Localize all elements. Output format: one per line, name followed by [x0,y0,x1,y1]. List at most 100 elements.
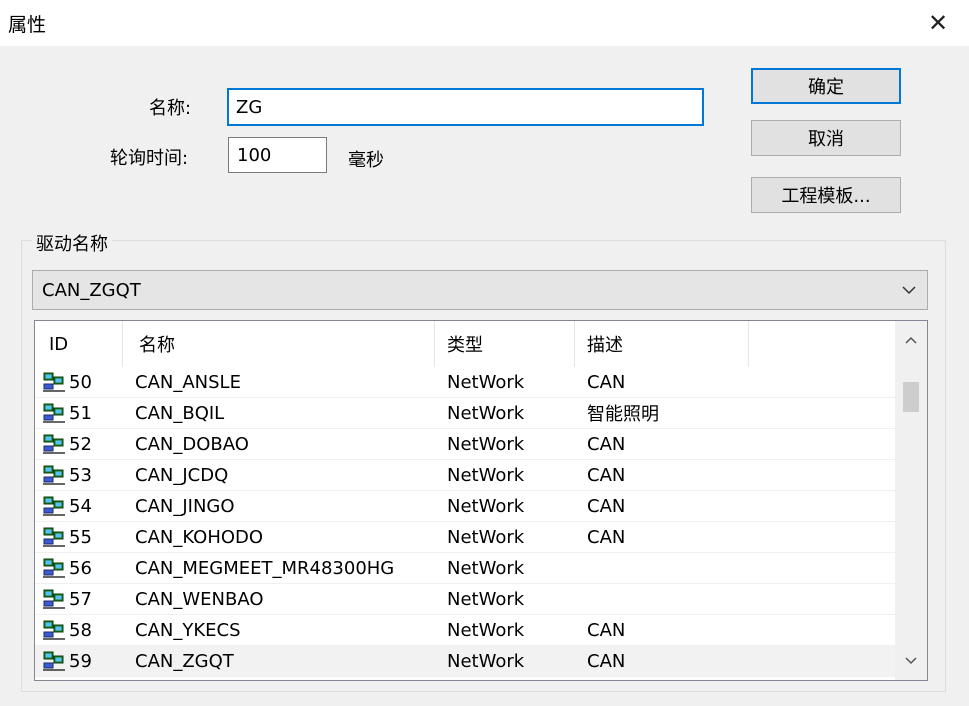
row-desc: CAN [587,433,626,455]
row-desc: CAN [587,650,626,672]
row-desc: CAN [587,619,626,641]
table-row[interactable]: 53 CAN_JCDQ NetWork CAN [35,460,895,491]
project-template-button-label: 工程模板... [781,186,871,207]
row-id: 53 [69,464,92,486]
network-computer-icon [43,620,65,640]
row-id: 51 [69,402,92,424]
column-header-name-label: 名称 [139,335,175,356]
column-header-id[interactable]: ID [35,321,123,367]
row-id-cell: 56 [43,553,129,583]
row-type: NetWork [447,619,525,641]
row-id: 57 [69,588,92,610]
row-type: NetWork [447,557,525,579]
row-id-cell: 52 [43,429,129,459]
row-type: NetWork [447,588,525,610]
table-row[interactable]: 54 CAN_JINGO NetWork CAN [35,491,895,522]
column-header-type[interactable]: 类型 [435,321,575,367]
row-id: 58 [69,619,92,641]
network-computer-icon [43,558,65,578]
column-header-name[interactable]: 名称 [123,321,435,367]
row-name: CAN_WENBAO [135,588,264,610]
driver-group-label: 驱动名称 [32,230,112,256]
network-computer-icon [43,589,65,609]
row-name: CAN_KOHODO [135,526,264,548]
table-row[interactable]: 56 CAN_MEGMEET_MR48300HG NetWork [35,553,895,584]
chevron-down-icon [905,657,917,665]
table-row[interactable]: 55 CAN_KOHODO NetWork CAN [35,522,895,553]
row-name: CAN_DOBAO [135,433,249,455]
row-name: CAN_JCDQ [135,464,229,486]
poll-interval-value: 100 [237,144,272,166]
ok-button[interactable]: 确定 [751,68,901,104]
chevron-up-icon [905,336,917,344]
network-computer-icon [43,496,65,516]
poll-interval-unit: 毫秒 [348,150,384,171]
cancel-button-label: 取消 [808,129,844,150]
row-name: CAN_JINGO [135,495,235,517]
list-header: ID 名称 类型 描述 [35,321,895,367]
row-desc: CAN [587,526,626,548]
row-id: 50 [69,371,92,393]
network-computer-icon [43,651,65,671]
vertical-scrollbar[interactable] [895,321,927,680]
column-header-id-label: ID [49,333,69,355]
row-desc [587,584,747,614]
row-id-cell: 51 [43,398,129,428]
network-computer-icon [43,465,65,485]
chevron-down-icon [902,286,916,295]
table-row[interactable]: 57 CAN_WENBAO NetWork [35,584,895,615]
ok-button-label: 确定 [808,77,844,98]
row-desc: CAN [587,371,626,393]
network-computer-icon [43,434,65,454]
row-name: CAN_BQIL [135,402,225,424]
network-computer-icon [43,372,65,392]
row-id-cell: 58 [43,615,129,645]
row-id-cell: 54 [43,491,129,521]
row-type: NetWork [447,464,525,486]
row-desc: CAN [587,495,626,517]
driver-combobox[interactable]: CAN_ZGQT [32,270,928,310]
row-id-cell: 59 [43,646,129,676]
table-row[interactable]: 59 CAN_ZGQT NetWork CAN [35,646,895,677]
poll-interval-input[interactable]: 100 [228,137,327,173]
scroll-thumb[interactable] [903,382,919,412]
table-row[interactable]: 58 CAN_YKECS NetWork CAN [35,615,895,646]
list-rows: 50 CAN_ANSLE NetWork CAN 51 CAN_BQIL NetWork 智能… [35,367,895,677]
row-type: NetWork [447,402,525,424]
close-button[interactable]: ✕ [907,0,969,46]
row-type: NetWork [447,371,525,393]
row-desc: CAN [587,464,626,486]
table-row[interactable]: 52 CAN_DOBAO NetWork CAN [35,429,895,460]
scroll-down-button[interactable] [895,646,927,676]
network-computer-icon [43,403,65,423]
cancel-button[interactable]: 取消 [751,120,901,156]
row-id: 54 [69,495,92,517]
network-computer-icon [43,527,65,547]
row-type: NetWork [447,650,525,672]
row-desc: 智能照明 [587,404,659,425]
row-desc [587,553,747,583]
poll-interval-label: 轮询时间: [110,148,189,169]
table-row[interactable]: 50 CAN_ANSLE NetWork CAN [35,367,895,398]
name-input[interactable]: ZG [227,88,704,126]
project-template-button[interactable]: 工程模板... [751,177,901,213]
row-name: CAN_ANSLE [135,371,241,393]
row-name: CAN_ZGQT [135,650,234,672]
driver-list[interactable]: ID 名称 类型 描述 50 CAN_ANSLE NetWork CAN 51 CAN_B… [34,320,928,681]
row-id: 55 [69,526,92,548]
window-title: 属性 [8,14,47,36]
name-input-value: ZG [236,96,263,118]
row-name: CAN_MEGMEET_MR48300HG [135,557,395,579]
row-id-cell: 50 [43,367,129,397]
row-id: 59 [69,650,92,672]
column-header-desc[interactable]: 描述 [575,321,749,367]
scroll-up-button[interactable] [895,325,927,355]
row-id-cell: 53 [43,460,129,490]
row-type: NetWork [447,526,525,548]
close-icon: ✕ [927,9,949,37]
row-type: NetWork [447,495,525,517]
row-type: NetWork [447,433,525,455]
table-row[interactable]: 51 CAN_BQIL NetWork 智能照明 [35,398,895,429]
row-name: CAN_YKECS [135,619,241,641]
row-id-cell: 55 [43,522,129,552]
